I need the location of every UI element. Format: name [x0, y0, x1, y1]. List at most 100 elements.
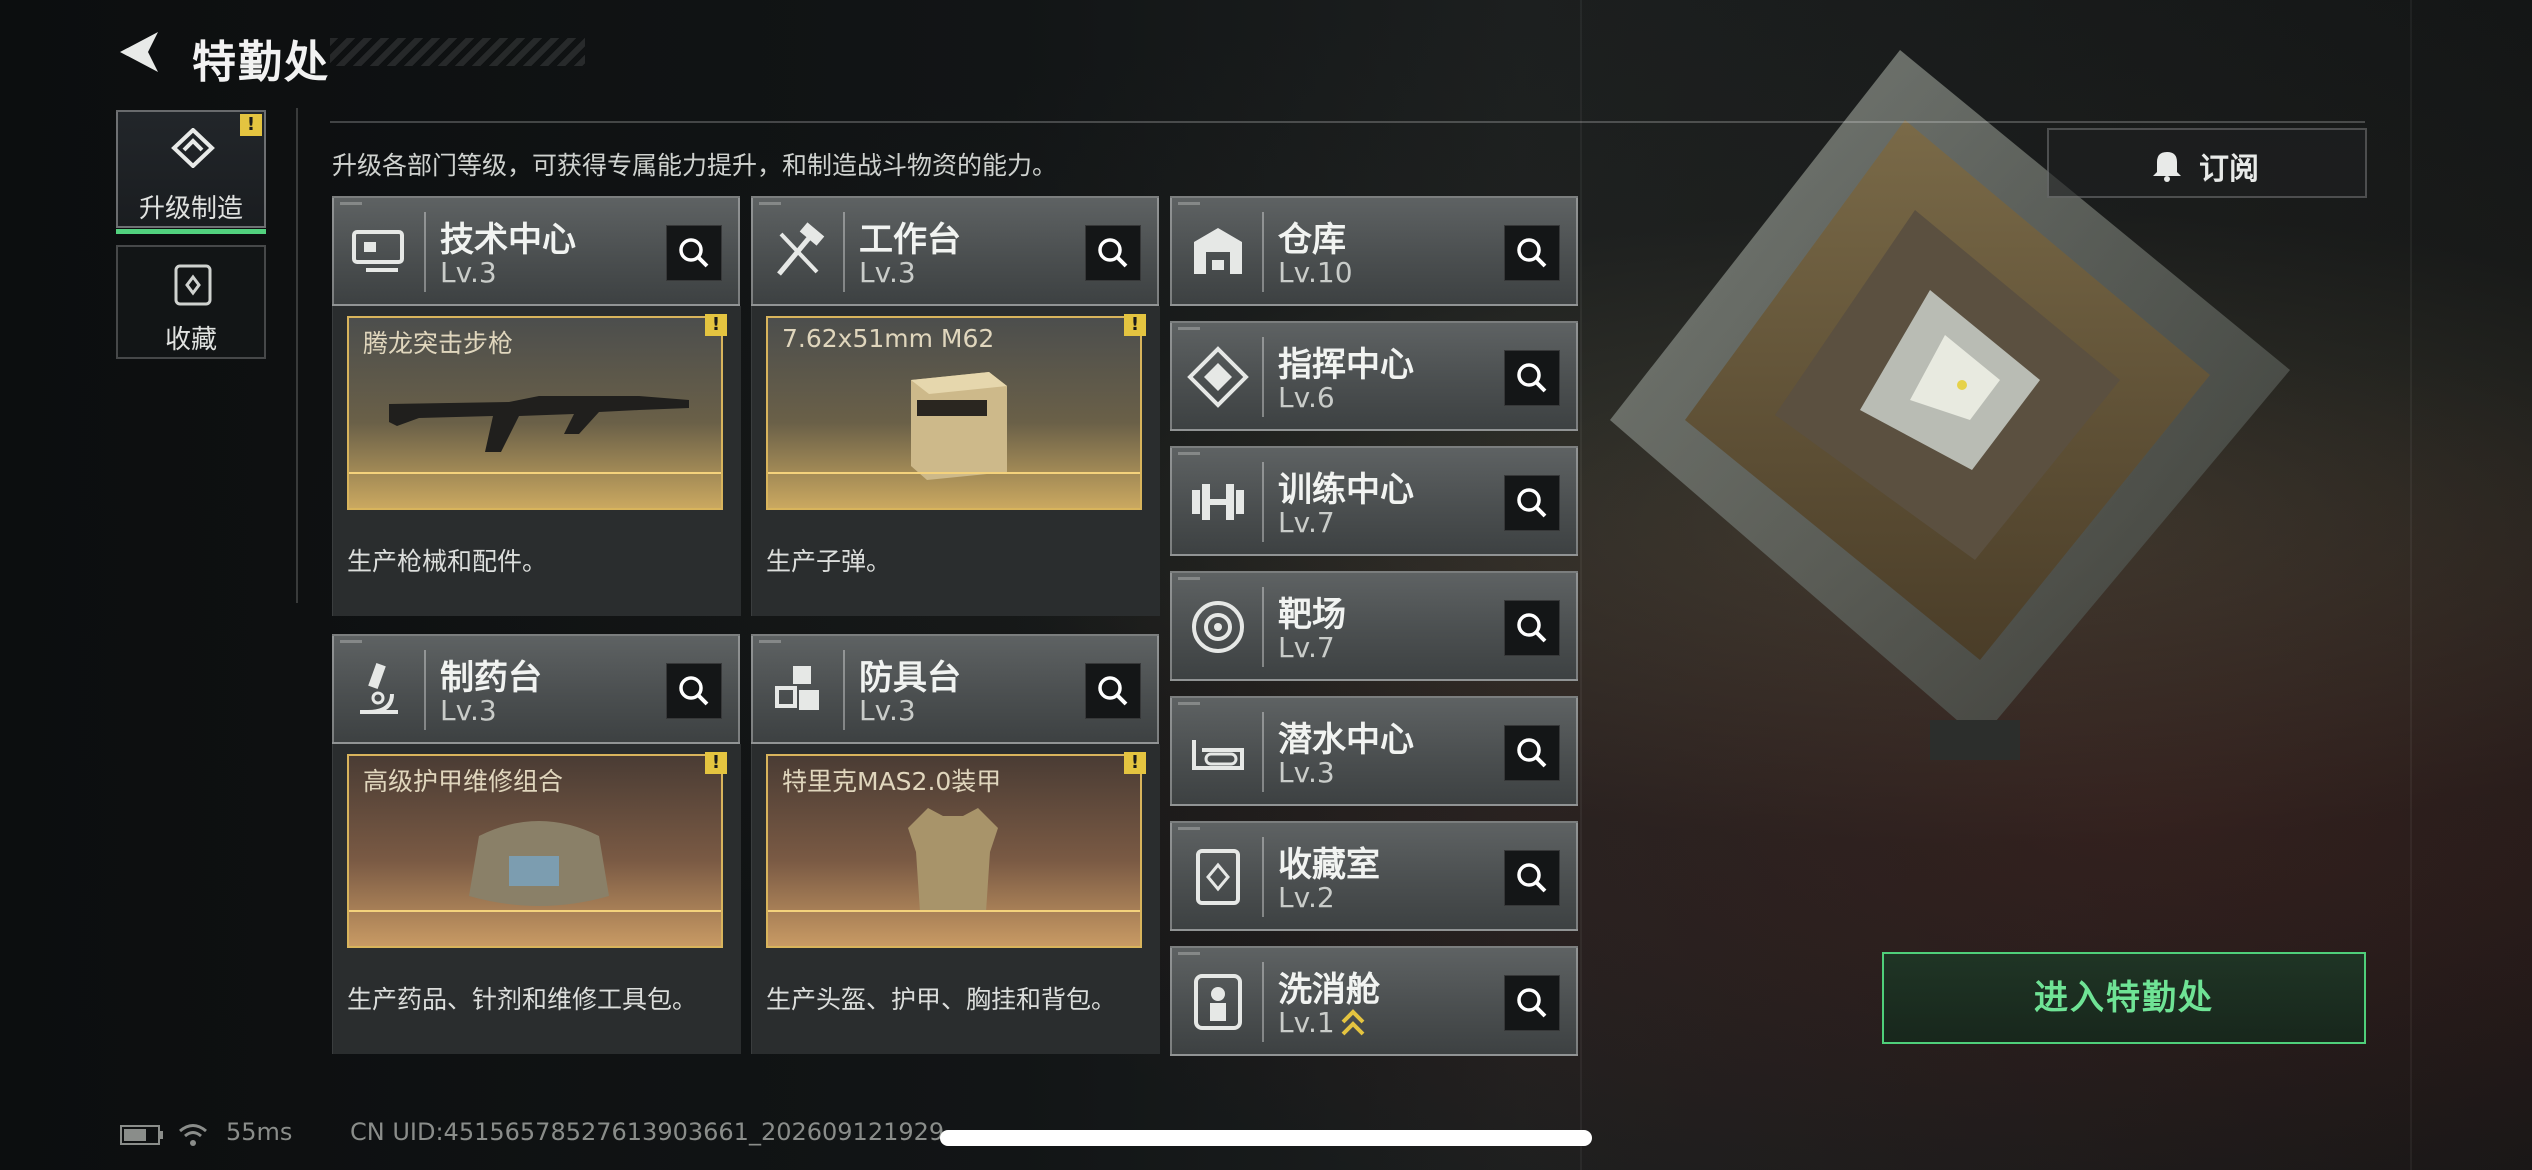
home-indicator[interactable]	[940, 1130, 1592, 1146]
product-name: 腾龙突击步枪	[363, 329, 514, 358]
facility-name: 指挥中心	[1278, 345, 1414, 385]
search-icon[interactable]	[1504, 975, 1560, 1031]
facility-workbench[interactable]: 工作台 Lv.3	[751, 196, 1159, 306]
product-card-rifle[interactable]: 腾龙突击步枪 ! 生产枪械和配件。	[332, 306, 741, 616]
tile-corner-mark	[1178, 202, 1200, 205]
facility-level: Lv.1	[1278, 1006, 1335, 1039]
facility-description: 生产子弹。	[766, 547, 892, 576]
preview-floor-line	[768, 472, 1140, 474]
facility-tile[interactable]: 潜水中心 Lv.3	[1170, 696, 1578, 806]
facility-level: Lv.10	[1278, 256, 1353, 289]
header-divider	[330, 121, 2365, 123]
tile-corner-mark	[340, 640, 362, 643]
product-card-body-armor[interactable]: 特里克MAS2.0装甲 ! 生产头盔、护甲、胸挂和背包。	[751, 744, 1160, 1054]
collection-icon	[174, 264, 212, 306]
subscribe-button[interactable]: 订阅	[2047, 128, 2367, 198]
search-icon[interactable]	[1504, 850, 1560, 906]
facility-description: 生产枪械和配件。	[347, 547, 548, 576]
bell-icon	[2153, 152, 2181, 182]
search-icon[interactable]	[1504, 350, 1560, 406]
tile-separator	[1262, 462, 1264, 542]
tile-corner-mark	[1178, 452, 1200, 455]
nav-divider	[296, 108, 298, 603]
facility-level: Lv.3	[440, 256, 497, 289]
search-icon[interactable]	[666, 225, 722, 281]
tile-separator	[843, 650, 845, 730]
tile-separator	[1262, 712, 1264, 792]
page-description: 升级各部门等级，可获得专属能力提升，和制造战斗物资的能力。	[332, 151, 1058, 180]
command-icon	[1187, 346, 1249, 408]
search-icon[interactable]	[666, 663, 722, 719]
facility-name: 洗消舱	[1278, 970, 1380, 1010]
preview-floor-line	[768, 910, 1140, 912]
facility-armor-bench[interactable]: 防具台 Lv.3	[751, 634, 1159, 744]
tile-corner-mark	[759, 640, 781, 643]
tile-separator	[1262, 212, 1264, 292]
alert-badge: !	[1124, 314, 1146, 336]
search-icon[interactable]	[1504, 725, 1560, 781]
enter-special-ops-button[interactable]: 进入特勤处	[1882, 952, 2366, 1044]
decon-icon	[1194, 974, 1242, 1030]
ammo-box-image	[911, 372, 1007, 480]
nav-collection[interactable]: 收藏	[116, 245, 266, 359]
nav-label: 收藏	[164, 325, 217, 355]
alert-badge: !	[705, 752, 727, 774]
facility-tile[interactable]: 仓库 Lv.10	[1170, 196, 1578, 306]
facility-tile[interactable]: 收藏室 Lv.2	[1170, 821, 1578, 931]
background-pillar	[1580, 0, 1582, 1170]
facility-level: Lv.3	[859, 256, 916, 289]
facility-name: 靶场	[1278, 595, 1346, 635]
facility-tech-center[interactable]: 技术中心 Lv.3	[332, 196, 740, 306]
title-decoration	[330, 38, 585, 66]
product-name: 特里克MAS2.0装甲	[782, 767, 1002, 796]
tile-separator	[1262, 837, 1264, 917]
search-icon[interactable]	[1504, 225, 1560, 281]
tile-corner-mark	[1178, 827, 1200, 830]
product-name: 高级护甲维修组合	[363, 767, 564, 796]
rifle-image	[389, 396, 689, 452]
facility-description: 生产头盔、护甲、胸挂和背包。	[766, 985, 1117, 1014]
tile-separator	[424, 650, 426, 730]
product-card-ammo[interactable]: 7.62x51mm M62 ! 生产子弹。	[751, 306, 1160, 616]
search-icon[interactable]	[1085, 225, 1141, 281]
facility-tile[interactable]: 指挥中心 Lv.6	[1170, 321, 1578, 431]
page-title: 特勤处	[192, 37, 330, 88]
facility-level: Lv.3	[859, 694, 916, 727]
collection-icon	[1196, 849, 1240, 905]
facility-name: 制药台	[440, 658, 542, 698]
body-armor-image	[908, 808, 998, 912]
preview-floor-line	[349, 472, 721, 474]
wifi-icon	[179, 1124, 207, 1146]
facility-name: 防具台	[859, 658, 961, 698]
product-preview: 腾龙突击步枪	[347, 316, 723, 510]
facility-level: Lv.7	[1278, 631, 1335, 664]
tile-corner-mark	[1178, 952, 1200, 955]
search-icon[interactable]	[1504, 600, 1560, 656]
search-icon[interactable]	[1504, 475, 1560, 531]
preview-floor-line	[349, 910, 721, 912]
subscribe-label: 订阅	[2199, 152, 2259, 187]
tools-icon	[777, 222, 825, 276]
facility-name: 训练中心	[1278, 470, 1414, 510]
tile-separator	[1262, 962, 1264, 1042]
facility-tile[interactable]: 靶场 Lv.7	[1170, 571, 1578, 681]
facility-tile[interactable]: 训练中心 Lv.7	[1170, 446, 1578, 556]
facility-name: 工作台	[859, 220, 961, 260]
tile-corner-mark	[1178, 577, 1200, 580]
battery-icon	[120, 1125, 163, 1145]
microscope-icon	[360, 663, 398, 714]
search-icon[interactable]	[1085, 663, 1141, 719]
tile-separator	[1262, 587, 1264, 667]
facility-tile[interactable]: 洗消舱 Lv.1	[1170, 946, 1578, 1056]
background-pillar	[2410, 0, 2412, 1170]
active-indicator	[116, 229, 266, 234]
facility-level: Lv.3	[440, 694, 497, 727]
product-preview: 高级护甲维修组合	[347, 754, 723, 948]
product-card-repair-kit[interactable]: 高级护甲维修组合 ! 生产药品、针剂和维修工具包。	[332, 744, 741, 1054]
facility-pharmacy[interactable]: 制药台 Lv.3	[332, 634, 740, 744]
dumbbell-icon	[1192, 484, 1244, 520]
ping-readout: 55ms	[226, 1118, 293, 1146]
back-arrow-icon[interactable]	[118, 30, 160, 74]
facility-level: Lv.2	[1278, 881, 1335, 914]
nav-upgrade-craft[interactable]: 升级制造 !	[116, 110, 266, 234]
